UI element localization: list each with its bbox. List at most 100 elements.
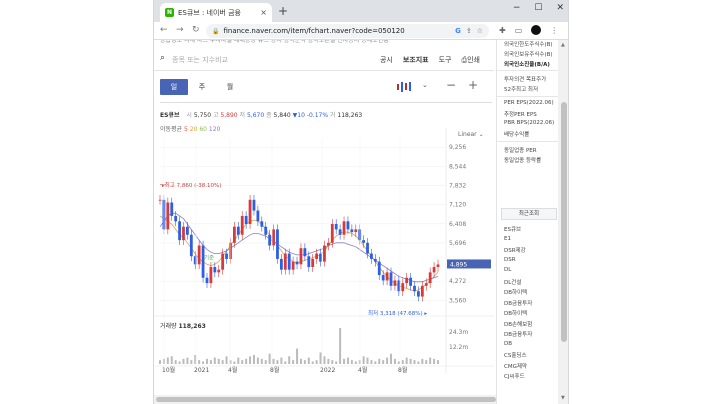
tab-close-icon[interactable]: × [260, 8, 267, 17]
period-month-button[interactable]: 월 [216, 79, 244, 95]
indicator-link[interactable]: 보조지표 [403, 55, 429, 65]
period-week-button[interactable]: 주 [188, 79, 216, 95]
recent-item[interactable]: CMG제약 [504, 362, 527, 370]
extensions-icon[interactable]: ✚ [499, 26, 506, 35]
volume-bar [311, 361, 314, 364]
candle-body [420, 285, 424, 297]
tools-link[interactable]: 도구 [439, 55, 452, 65]
volume-bar [166, 357, 169, 364]
volume-bar [339, 328, 342, 364]
sidebar-est-per[interactable]: 추정PER EPS [504, 110, 537, 118]
menu-kebab-icon[interactable]: ⋮ [550, 26, 558, 35]
stock-name: ES큐브 [160, 112, 180, 119]
share-icon[interactable]: ⇪ [466, 27, 472, 35]
reload-icon[interactable]: ↻ [192, 25, 200, 35]
change-percent: -0.17% [306, 112, 329, 119]
close-label: 종 [266, 112, 272, 119]
recent-item[interactable]: CS홀딩스 [504, 351, 527, 359]
browser-tab[interactable]: N ES큐브 : 네이버 금융 × [160, 3, 272, 22]
recent-item[interactable]: DL [504, 267, 511, 273]
volume-bar [386, 357, 389, 364]
disclosure-link[interactable]: 공시 [380, 55, 393, 65]
sidebar-industry-change[interactable]: 동일업종 등락률 [504, 156, 541, 164]
toolbar-divider [160, 102, 492, 103]
candle-body [393, 280, 397, 286]
recent-item[interactable]: DSR [504, 257, 516, 263]
print-label: 인쇄 [467, 56, 480, 64]
horizontal-scroll-thumb[interactable] [156, 397, 496, 402]
compare-search-input[interactable]: 종목 또는 지수비교 [172, 55, 228, 65]
forward-icon[interactable]: → [176, 25, 184, 35]
volume-bar [178, 361, 181, 364]
scroll-up-icon[interactable]: ▲ [561, 42, 565, 48]
candle-body [283, 253, 287, 270]
lock-icon[interactable]: 🔒 [212, 28, 219, 35]
desktop-right [569, 0, 720, 404]
vertical-scroll-thumb[interactable] [561, 102, 567, 342]
recent-item[interactable]: DB손해보험 [504, 320, 532, 328]
recent-item[interactable]: DB [504, 341, 512, 347]
volume-bar [182, 358, 185, 364]
print-link[interactable]: ⎙인쇄 [462, 55, 481, 65]
candle-body [240, 215, 244, 235]
sidebar-industry-per[interactable]: 동일업종 PER [504, 146, 537, 154]
candle-body [311, 258, 315, 267]
zoom-out-button[interactable]: − [446, 78, 456, 92]
recent-item[interactable]: DB하이텍 [504, 309, 527, 317]
recent-item[interactable]: DSR제강 [504, 246, 526, 254]
search-icon[interactable]: ⌕ [160, 53, 165, 63]
period-day-button[interactable]: 일 [160, 79, 188, 95]
candle-body [326, 242, 330, 246]
volume-bar [272, 358, 275, 364]
candle-body [299, 248, 303, 265]
candle-body [170, 202, 174, 216]
sidebar-divider [497, 70, 558, 71]
url-text[interactable]: finance.naver.com/item/fchart.naver?code… [223, 27, 455, 35]
extensions-area: ✚ ▭ ⋮ [499, 25, 558, 35]
recent-item[interactable]: DB금융투자 [504, 330, 532, 338]
chart-type-dropdown-icon[interactable]: ⌄ [422, 81, 428, 89]
sidebar-per-eps[interactable]: PER EPS(2022.06) [504, 100, 554, 106]
x-tick-label: 4월 [358, 366, 367, 374]
stock-chart[interactable]: 9,256 8,544 7,832 7,120 6,408 5,696 4,272 3,560… [154, 128, 494, 388]
zoom-in-button[interactable]: + [468, 78, 478, 92]
candle-body [205, 277, 209, 284]
volume-bar [237, 357, 240, 364]
new-tab-button[interactable]: + [278, 4, 288, 18]
volume-panel-title: 거래량 118,263 [160, 321, 206, 330]
recent-item[interactable]: ES큐브 [504, 225, 521, 233]
omnibox[interactable]: 🔒 finance.naver.com/item/fchart.naver?co… [206, 24, 489, 38]
low-value: 5,670 [246, 112, 265, 119]
period-selector: 일 주 월 ⌄ − + [154, 76, 494, 98]
recent-views-tab[interactable]: 최근조회 [501, 208, 557, 220]
candle-body [330, 224, 334, 243]
recent-item[interactable]: DB금융투자 [504, 299, 532, 307]
scroll-down-icon[interactable]: ▼ [561, 395, 565, 401]
y-tick-label: 8,544 [449, 163, 466, 170]
volume-bar [390, 353, 393, 364]
recent-item[interactable]: DL건설 [504, 278, 521, 286]
recent-item[interactable]: DB하이텍 [504, 288, 527, 296]
volume-bar [268, 353, 271, 364]
candle-body [244, 215, 248, 224]
recent-item[interactable]: CJ씨푸드 [504, 372, 525, 380]
candlestick-type-icon[interactable] [397, 82, 411, 92]
back-icon[interactable]: ← [160, 25, 168, 35]
horizontal-scrollbar[interactable] [154, 395, 499, 404]
maximize-button[interactable]: ☐ [534, 3, 542, 13]
close-window-button[interactable]: ✕ [556, 3, 564, 13]
vertical-scrollbar[interactable]: ▲ ▼ [558, 40, 568, 404]
volume-tick-label: 12.2m [449, 344, 468, 351]
profile-avatar[interactable] [531, 25, 542, 35]
minimize-button[interactable]: − [513, 3, 521, 13]
sidebar-pbr-bps[interactable]: PBR BPS(2022.06) [504, 120, 554, 126]
volume-bar [303, 360, 306, 364]
sidepanel-icon[interactable]: ▭ [515, 26, 523, 35]
candle-body [182, 226, 185, 241]
sidebar-dividend[interactable]: 배당수익률 [504, 130, 529, 138]
bookmark-star-icon[interactable]: ☆ [477, 27, 483, 35]
candle-body [221, 253, 225, 270]
close-value: 5,840 [273, 112, 291, 119]
google-icon[interactable]: G [455, 27, 461, 35]
recent-item[interactable]: E1 [504, 236, 511, 242]
